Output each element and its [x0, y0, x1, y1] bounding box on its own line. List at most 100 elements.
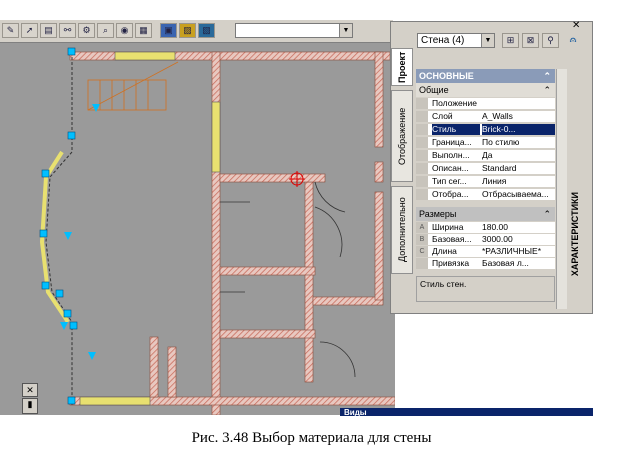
wall-right-upper[interactable] [374, 51, 384, 148]
category-header-label: ОСНОВНЫЕ [419, 71, 474, 81]
property-label: Длина [432, 246, 457, 256]
wall-mid-right[interactable] [312, 296, 384, 306]
dimension-row[interactable]: C Длина *РАЗЛИЧНЫЕ* [416, 246, 555, 257]
row-key [416, 176, 428, 187]
property-label: Привязка [432, 258, 470, 268]
link-icon[interactable]: ⚯ [59, 23, 76, 38]
wall-stub[interactable] [149, 336, 159, 398]
render-icon[interactable]: ▦ [135, 23, 152, 38]
property-label: Положение [432, 98, 477, 108]
property-label: Стиль [432, 124, 480, 135]
dimension-row[interactable]: Привязка Базовая л... [416, 258, 555, 269]
chevron-down-icon[interactable]: ▼ [481, 34, 494, 47]
pointer-icon[interactable]: ➚ [21, 23, 38, 38]
quick-select-icon[interactable]: ⊠ [522, 33, 539, 48]
property-row[interactable]: Выполн... Да [416, 150, 555, 161]
property-value[interactable]: 3000.00 [482, 234, 555, 245]
property-label: Базовая... [432, 234, 472, 244]
property-row[interactable]: Граница... По стилю [416, 137, 555, 148]
select-objects-icon[interactable]: ⊞ [502, 33, 519, 48]
category-header[interactable]: ОСНОВНЫЕ ⌃ [416, 69, 555, 83]
window-interior[interactable] [211, 101, 221, 173]
general-header-label: Общие [419, 85, 449, 95]
tab-display[interactable]: Отображение [391, 90, 413, 182]
property-value[interactable]: *РАЗЛИЧНЫЕ* [482, 246, 555, 257]
settings-icon[interactable]: ⚙ [78, 23, 95, 38]
sheet-icon[interactable]: ▧ [198, 23, 215, 38]
close-icon[interactable]: ✕ [572, 21, 584, 31]
row-key: A [416, 222, 428, 233]
row-key [416, 258, 428, 269]
property-row[interactable]: Положение [416, 98, 555, 109]
description-box: Стиль стен. [416, 276, 555, 302]
palette-side-bar: ХАРАКТЕРИСТИКИ [567, 42, 587, 312]
property-value[interactable]: Базовая л... [482, 258, 555, 269]
paint-icon[interactable]: ▨ [179, 23, 196, 38]
property-label: Описан... [432, 163, 469, 173]
camera-icon[interactable]: ◉ [116, 23, 133, 38]
property-value[interactable]: По стилю [482, 137, 555, 148]
tool-icon[interactable]: ▮ [22, 398, 38, 414]
window-top[interactable] [114, 51, 176, 61]
wall-right-mid[interactable] [374, 161, 384, 183]
row-key [416, 137, 428, 148]
property-value[interactable]: A_Walls [482, 111, 555, 122]
property-value[interactable]: 180.00 [482, 222, 555, 233]
collapse-icon[interactable]: ⌃ [543, 69, 551, 83]
toolbar: ✎ ➚ ▤ ⚯ ⚙ ⌕ ◉ ▦ ▣ ▨ ▧ ▼ [0, 20, 393, 43]
property-row[interactable]: Описан... Standard [416, 163, 555, 174]
description-text: Стиль стен. [420, 279, 467, 289]
dimension-row[interactable]: B Базовая... 3000.00 [416, 234, 555, 245]
palette-title: ХАРАКТЕРИСТИКИ [570, 192, 580, 277]
views-window-title[interactable]: Виды [340, 408, 593, 416]
row-key: C [416, 246, 428, 257]
row-key [416, 124, 428, 135]
wall-selected[interactable] [219, 173, 326, 183]
tab-project[interactable]: Проект [391, 48, 413, 86]
row-key [416, 150, 428, 161]
close-icon[interactable]: ✕ [22, 383, 38, 397]
row-key [416, 189, 428, 200]
property-value[interactable]: Отбрасываема... [482, 189, 555, 200]
wall-right-bottom[interactable] [374, 191, 384, 301]
collapse-icon[interactable]: ⌃ [543, 83, 551, 97]
property-row[interactable]: Тип сег... Линия [416, 176, 555, 187]
dimension-row[interactable]: A Ширина 180.00 [416, 222, 555, 233]
property-value[interactable]: Линия [482, 176, 555, 187]
dimensions-header-label: Размеры [419, 209, 457, 219]
screenshot: ✎ ➚ ▤ ⚯ ⚙ ⌕ ◉ ▦ ▣ ▨ ▧ ▼ Проект Отображен… [0, 0, 623, 466]
pen-icon[interactable]: ✎ [2, 23, 19, 38]
property-label: Слой [432, 111, 453, 121]
views-title-label: Виды [344, 408, 367, 416]
drawing-canvas[interactable] [0, 42, 395, 415]
property-label: Выполн... [432, 150, 470, 160]
property-label: Тип сег... [432, 176, 467, 186]
layer-icon[interactable]: ▤ [40, 23, 57, 38]
row-key [416, 111, 428, 122]
row-key [416, 98, 428, 109]
chevron-down-icon[interactable]: ▼ [339, 24, 352, 37]
object-type-combo[interactable]: Стена (4) ▼ [417, 33, 495, 48]
toggle-pickadd-icon[interactable]: ⚲ [542, 33, 559, 48]
property-value[interactable]: Standard [482, 163, 555, 174]
row-key [416, 163, 428, 174]
property-row[interactable]: Отобра... Отбрасываема... [416, 189, 555, 200]
wall-right[interactable] [304, 181, 314, 383]
wall-stub-2[interactable] [167, 346, 177, 398]
wall-lower[interactable] [219, 329, 316, 339]
dimensions-section-header[interactable]: Размеры ⌃ [416, 207, 555, 221]
general-section-header[interactable]: Общие ⌃ [416, 83, 555, 97]
toolbar-combo[interactable]: ▼ [235, 23, 353, 38]
property-value[interactable]: Да [482, 150, 555, 161]
property-row[interactable]: Стиль Brick-0... [416, 124, 555, 135]
zoom-icon[interactable]: ⌕ [97, 23, 114, 38]
tab-extended[interactable]: Дополнительно [391, 186, 413, 274]
property-label: Отобра... [432, 189, 469, 199]
grid-icon[interactable]: ▣ [160, 23, 177, 38]
wall-mid[interactable] [219, 266, 316, 276]
property-row[interactable]: Слой A_Walls [416, 111, 555, 122]
property-value[interactable]: Brick-0... [482, 124, 555, 135]
window-bottom[interactable] [79, 396, 151, 406]
property-label: Ширина [432, 222, 464, 232]
dimension-tool-icon[interactable]: ⌃ [543, 207, 551, 221]
